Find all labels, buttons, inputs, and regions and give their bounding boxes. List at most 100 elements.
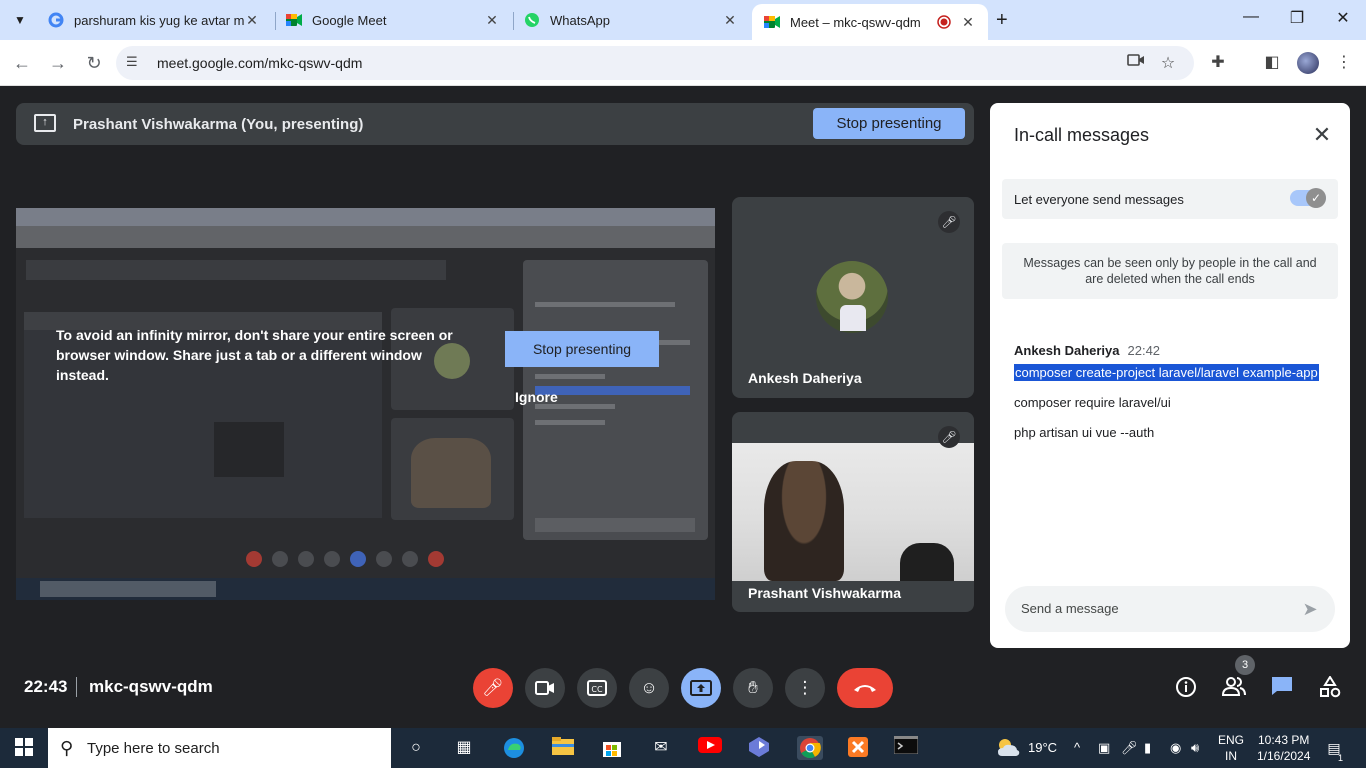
minimize-icon[interactable]: — bbox=[1241, 8, 1261, 26]
youtube-icon[interactable] bbox=[698, 736, 722, 760]
close-icon[interactable]: ✕ bbox=[722, 12, 738, 29]
recording-icon bbox=[936, 14, 952, 30]
message-sender: Ankesh Daheriya bbox=[1014, 343, 1120, 358]
panel-title: In-call messages bbox=[1014, 125, 1150, 145]
meet-icon bbox=[286, 12, 302, 28]
chat-message[interactable]: composer require laravel/ui bbox=[1014, 395, 1171, 410]
bookmark-star-icon[interactable]: ☆ bbox=[1158, 53, 1178, 73]
mirror-participant-tile bbox=[391, 418, 514, 520]
profile-avatar[interactable] bbox=[1297, 52, 1319, 74]
windows-start-icon[interactable] bbox=[14, 738, 34, 758]
chat-message[interactable]: php artisan ui vue --auth bbox=[1014, 425, 1154, 440]
close-icon[interactable]: ✕ bbox=[1310, 123, 1334, 147]
captions-icon: CC bbox=[587, 680, 607, 696]
address-bar[interactable]: ☰ meet.google.com/mkc-qswv-qdm ☆ bbox=[116, 46, 1194, 80]
participant-tile[interactable]: 🎤︎ Prashant Vishwakarma bbox=[732, 412, 974, 612]
back-icon[interactable]: ← bbox=[11, 52, 33, 74]
activities-icon[interactable] bbox=[1318, 675, 1342, 700]
site-info-icon[interactable]: ☰ bbox=[126, 54, 144, 72]
language-code: ENG bbox=[1218, 733, 1245, 747]
people-icon[interactable] bbox=[1221, 676, 1246, 700]
chat-icon[interactable] bbox=[1270, 676, 1294, 700]
leave-call-button[interactable] bbox=[837, 668, 893, 708]
browser-toolbar: ← → ↻ ☰ meet.google.com/mkc-qswv-qdm ☆ ✚… bbox=[0, 40, 1366, 86]
url-text[interactable]: meet.google.com/mkc-qswv-qdm bbox=[157, 55, 362, 71]
allow-messages-toggle[interactable]: ✓ bbox=[1290, 188, 1326, 208]
windows-taskbar: ⚲ Type here to search ○ ▦ ✉ 19°C ^ ▣ 🎤︎ … bbox=[0, 728, 1366, 768]
edge-icon[interactable] bbox=[502, 736, 526, 760]
presenter-name: Prashant Vishwakarma (You, presenting) bbox=[73, 116, 364, 133]
browser-tab-1[interactable]: parshuram kis yug ke avtar mai ✕ bbox=[36, 0, 272, 40]
volume-icon[interactable]: 🔊︎ bbox=[1191, 740, 1199, 756]
browser-tab-2[interactable]: Google Meet ✕ bbox=[274, 0, 512, 40]
send-message-placeholder[interactable]: Send a message bbox=[1021, 601, 1119, 616]
wifi-icon[interactable]: ◉ bbox=[1170, 740, 1181, 756]
camera-toggle-button[interactable] bbox=[525, 668, 565, 708]
restore-icon[interactable]: ❐ bbox=[1287, 8, 1307, 28]
close-icon[interactable]: ✕ bbox=[960, 14, 976, 31]
in-call-messages-panel: In-call messages ✕ Let everyone send mes… bbox=[990, 103, 1350, 648]
chevron-up-icon[interactable]: ^ bbox=[1074, 740, 1080, 755]
system-clock[interactable]: 10:43 PM 1/16/2024 bbox=[1257, 732, 1310, 764]
mic-off-icon: 🎤︎ bbox=[938, 211, 960, 233]
battery-icon[interactable]: ▮ bbox=[1144, 740, 1151, 756]
toggle-label: Let everyone send messages bbox=[1014, 192, 1184, 207]
weather-icon[interactable] bbox=[995, 736, 1020, 760]
xampp-icon[interactable] bbox=[846, 736, 870, 760]
close-icon[interactable]: ✕ bbox=[484, 12, 500, 29]
file-explorer-icon[interactable] bbox=[551, 736, 575, 760]
raise-hand-button[interactable]: ✋︎ bbox=[733, 668, 773, 708]
mirror-stop-presenting-button[interactable]: Stop presenting bbox=[505, 331, 659, 367]
meet-icon bbox=[764, 14, 780, 30]
browser-tab-3[interactable]: WhatsApp ✕ bbox=[512, 0, 750, 40]
meeting-details-icon[interactable] bbox=[1174, 676, 1198, 700]
mirror-presenting-bar bbox=[26, 260, 446, 280]
google-icon bbox=[48, 12, 64, 28]
system-date: 1/16/2024 bbox=[1257, 749, 1311, 763]
meeting-clock: 22:43 bbox=[24, 677, 68, 696]
language-indicator[interactable]: ENG IN bbox=[1218, 732, 1244, 764]
more-options-button[interactable]: ⋮ bbox=[785, 668, 825, 708]
mic-toggle-button[interactable]: 🎤︎ bbox=[473, 668, 513, 708]
mirror-addressbar bbox=[16, 226, 715, 248]
extensions-icon[interactable]: ✚ bbox=[1207, 52, 1229, 74]
participant-name: Ankesh Daheriya bbox=[748, 370, 862, 386]
tab-search-button[interactable]: ▼ bbox=[8, 8, 32, 32]
reactions-button[interactable]: ☺ bbox=[629, 668, 669, 708]
side-panel-icon[interactable]: ◧ bbox=[1261, 52, 1283, 74]
send-message-input[interactable]: Send a message ➤ bbox=[1005, 586, 1335, 632]
mirror-taskbar-search bbox=[40, 581, 216, 597]
meet-tray-icon[interactable]: ▣ bbox=[1098, 740, 1110, 756]
close-icon[interactable]: ✕ bbox=[244, 12, 260, 29]
chrome-icon[interactable] bbox=[797, 736, 823, 760]
mic-off-icon: 🎤︎ bbox=[482, 678, 504, 697]
cortana-icon[interactable]: ○ bbox=[404, 736, 428, 760]
visual-studio-icon[interactable] bbox=[747, 736, 771, 760]
weather-temperature[interactable]: 19°C bbox=[1028, 740, 1057, 755]
stop-presenting-button[interactable]: Stop presenting bbox=[813, 108, 965, 139]
microphone-icon[interactable]: 🎤︎ bbox=[1121, 740, 1138, 756]
ignore-button[interactable]: Ignore bbox=[515, 389, 558, 405]
hand-icon: ✋︎ bbox=[748, 678, 758, 697]
send-icon[interactable]: ➤ bbox=[1299, 598, 1321, 620]
forward-icon[interactable]: → bbox=[47, 52, 69, 74]
taskbar-search-box[interactable]: ⚲ Type here to search bbox=[48, 728, 391, 768]
task-view-icon[interactable]: ▦ bbox=[452, 736, 476, 760]
camera-in-use-icon[interactable] bbox=[1126, 53, 1146, 73]
notifications-icon[interactable]: ▤ 1 bbox=[1322, 736, 1346, 763]
present-button[interactable] bbox=[681, 668, 721, 708]
menu-dots-icon[interactable]: ⋮ bbox=[1333, 52, 1355, 74]
mail-icon[interactable]: ✉ bbox=[649, 736, 673, 760]
captions-button[interactable]: CC bbox=[577, 668, 617, 708]
chat-message[interactable]: composer create-project laravel/laravel … bbox=[1014, 364, 1319, 381]
mic-off-icon: 🎤︎ bbox=[938, 426, 960, 448]
check-icon: ✓ bbox=[1306, 188, 1326, 208]
terminal-icon[interactable] bbox=[893, 735, 919, 760]
new-tab-button[interactable]: + bbox=[996, 9, 1008, 32]
taskbar-search-placeholder[interactable]: Type here to search bbox=[87, 740, 220, 757]
microsoft-store-icon[interactable] bbox=[600, 736, 624, 760]
window-close-icon[interactable]: ✕ bbox=[1333, 8, 1353, 28]
browser-tab-4[interactable]: Meet – mkc-qswv-qdm ✕ bbox=[752, 4, 988, 40]
participant-tile[interactable]: 🎤︎ Ankesh Daheriya bbox=[732, 197, 974, 398]
reload-icon[interactable]: ↻ bbox=[83, 52, 105, 74]
